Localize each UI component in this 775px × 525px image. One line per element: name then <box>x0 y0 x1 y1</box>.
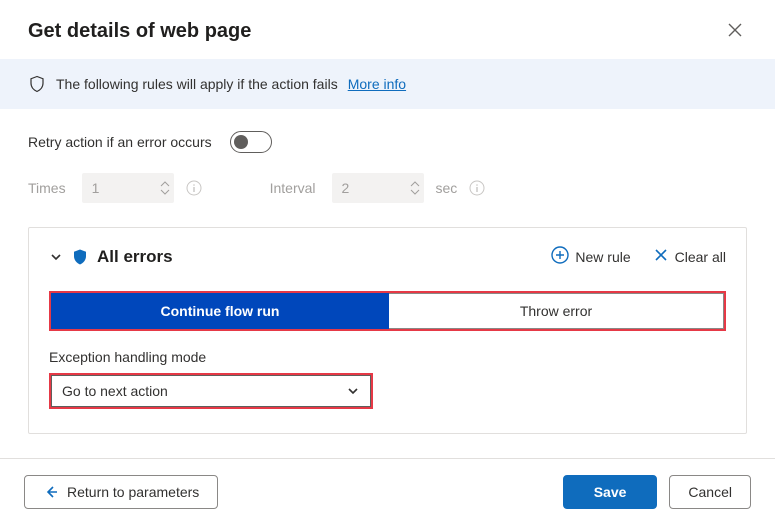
shield-icon <box>71 248 89 266</box>
arrow-left-icon <box>43 484 59 500</box>
retry-row: Retry action if an error occurs <box>28 131 747 153</box>
times-input: 1 <box>82 173 174 203</box>
close-icon <box>727 22 743 38</box>
return-label: Return to parameters <box>67 484 199 500</box>
plus-circle-icon <box>551 246 569 267</box>
return-button[interactable]: Return to parameters <box>24 475 218 509</box>
errors-title-group[interactable]: All errors <box>49 247 173 267</box>
errors-panel: All errors New rule Clear all <box>28 227 747 434</box>
dialog-footer: Return to parameters Save Cancel <box>0 458 775 525</box>
chevron-down-icon <box>49 250 63 264</box>
more-info-link[interactable]: More info <box>348 76 406 92</box>
banner-text: The following rules will apply if the ac… <box>56 76 338 92</box>
segment-continue-label: Continue flow run <box>161 303 280 319</box>
save-button[interactable]: Save <box>563 475 658 509</box>
info-icon <box>186 180 202 196</box>
retry-label: Retry action if an error occurs <box>28 134 212 150</box>
dialog-content: Retry action if an error occurs Times 1 … <box>0 109 775 458</box>
times-label: Times <box>28 180 66 196</box>
flow-mode-segments: Continue flow run Throw error <box>49 291 726 331</box>
segment-throw-label: Throw error <box>520 303 592 319</box>
times-value: 1 <box>92 180 160 196</box>
interval-input: 2 <box>332 173 424 203</box>
shield-icon <box>28 75 46 93</box>
cancel-button[interactable]: Cancel <box>669 475 751 509</box>
segment-continue[interactable]: Continue flow run <box>51 293 389 329</box>
segment-throw[interactable]: Throw error <box>389 293 724 329</box>
errors-header: All errors New rule Clear all <box>49 246 726 267</box>
new-rule-label: New rule <box>575 249 630 265</box>
errors-actions: New rule Clear all <box>551 246 726 267</box>
clear-all-label: Clear all <box>675 249 726 265</box>
info-icon <box>469 180 485 196</box>
interval-label: Interval <box>270 180 316 196</box>
stepper-icon <box>160 181 170 195</box>
dialog-header: Get details of web page <box>0 0 775 59</box>
retry-params: Times 1 Interval 2 sec <box>28 173 747 203</box>
toggle-knob <box>234 135 248 149</box>
cancel-label: Cancel <box>688 484 732 500</box>
chevron-down-icon <box>346 384 360 398</box>
close-button[interactable] <box>723 18 747 45</box>
new-rule-button[interactable]: New rule <box>551 246 630 267</box>
clear-all-button[interactable]: Clear all <box>653 247 726 266</box>
mode-select-highlight: Go to next action <box>49 373 373 409</box>
dialog-title: Get details of web page <box>28 20 251 43</box>
interval-unit: sec <box>436 180 458 196</box>
errors-title: All errors <box>97 247 173 267</box>
stepper-icon <box>410 181 420 195</box>
info-banner: The following rules will apply if the ac… <box>0 59 775 109</box>
mode-value: Go to next action <box>62 383 168 399</box>
interval-value: 2 <box>342 180 410 196</box>
close-icon <box>653 247 669 266</box>
retry-toggle[interactable] <box>230 131 272 153</box>
mode-select[interactable]: Go to next action <box>51 375 371 407</box>
mode-label: Exception handling mode <box>49 349 726 365</box>
save-label: Save <box>594 484 627 500</box>
